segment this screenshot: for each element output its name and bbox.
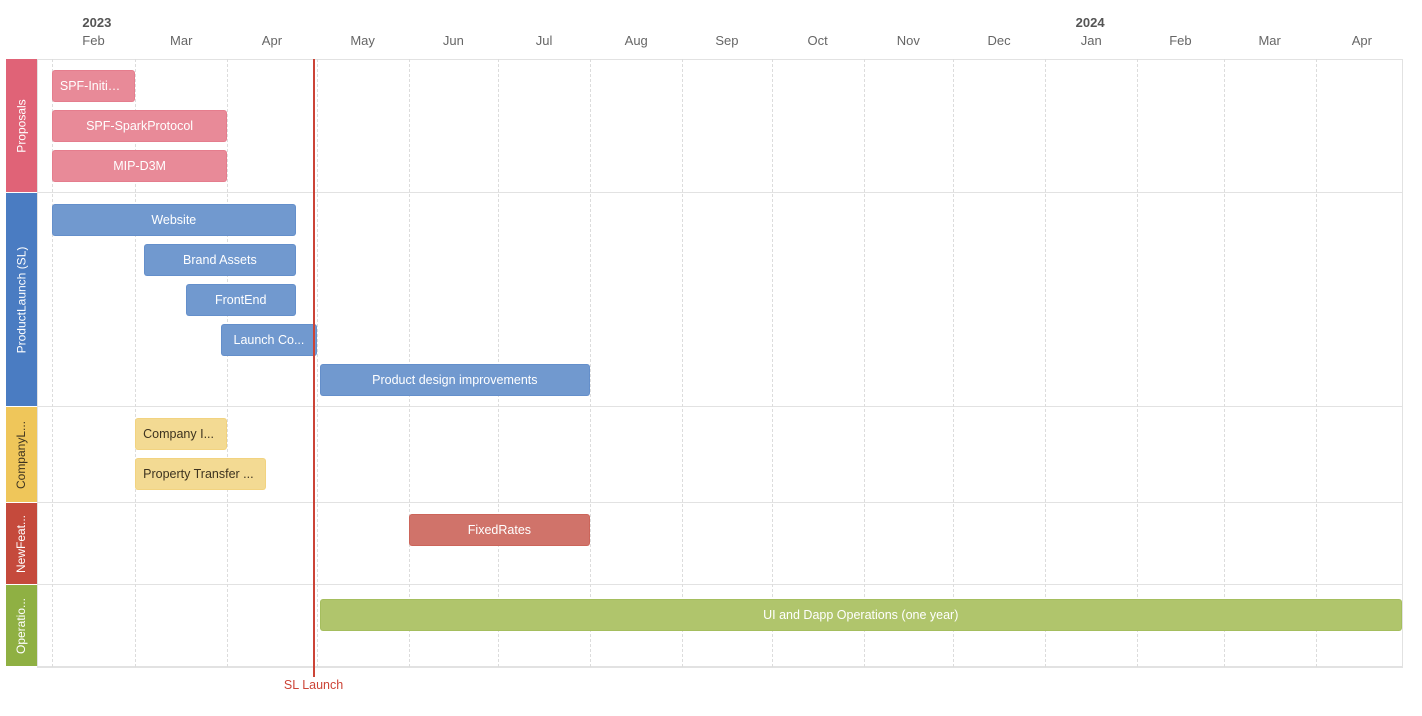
task-bar[interactable]: FrontEnd: [185, 284, 296, 316]
plot-frame: [37, 59, 1403, 668]
month-tick-label: May: [350, 33, 375, 48]
month-grid-line: [772, 59, 773, 667]
month-grid-line: [1137, 59, 1138, 667]
swimlane-label[interactable]: CompanyL...: [6, 407, 37, 502]
month-tick-label: Mar: [170, 33, 193, 48]
task-bar[interactable]: UI and Dapp Operations (one year): [319, 599, 1402, 631]
month-grid-line: [227, 59, 228, 667]
task-bar-label: Product design improvements: [372, 373, 538, 387]
task-bar-label: FrontEnd: [214, 293, 267, 307]
milestone-marker-label: SL Launch: [283, 678, 344, 692]
year-label: 2023: [82, 15, 112, 30]
swimlane-label[interactable]: ProductLaunch (SL): [6, 193, 37, 406]
month-grid-line: [1316, 59, 1317, 667]
task-bar-label: Property Transfer ...: [143, 467, 254, 481]
month-grid-line: [317, 59, 318, 667]
task-bar[interactable]: Website: [51, 204, 296, 236]
task-bar[interactable]: FixedRates: [408, 514, 591, 546]
task-bar[interactable]: Product design improvements: [319, 364, 591, 396]
swimlane-label-text: NewFeat...: [14, 514, 29, 573]
task-bar[interactable]: MIP-D3M: [51, 150, 228, 182]
task-bar[interactable]: SPF-Initial ...: [51, 70, 136, 102]
swimlane-label-text: Proposals: [14, 98, 29, 153]
task-bar[interactable]: Property Transfer ...: [135, 458, 266, 490]
swimlane-label-text: CompanyL...: [14, 420, 29, 489]
task-bar[interactable]: Launch Co...: [221, 324, 317, 356]
month-grid-line: [682, 59, 683, 667]
year-label: 2024: [1075, 15, 1105, 30]
task-bar-label: Company I...: [143, 427, 214, 441]
month-grid-line: [498, 59, 499, 667]
swimlane-label-text: Operatio...: [14, 597, 29, 654]
month-tick-label: Nov: [896, 33, 920, 48]
gantt-chart: 2023 2024 Feb Mar Apr May Jun Jul Aug Sep Oct Nov De…: [0, 0, 1422, 716]
month-tick-label: Oct: [807, 33, 828, 48]
task-bar-label: Website: [151, 213, 197, 227]
month-tick-label: Feb: [1169, 33, 1192, 48]
task-bar[interactable]: SPF-SparkProtocol: [51, 110, 228, 142]
month-tick-label: Dec: [987, 33, 1011, 48]
month-tick-label: Aug: [624, 33, 648, 48]
task-bar-label: Brand Assets: [183, 253, 257, 267]
month-tick-label: Sep: [715, 33, 739, 48]
month-tick-label: Jan: [1080, 33, 1102, 48]
month-grid-line: [864, 59, 865, 667]
month-tick-label: Jul: [535, 33, 553, 48]
month-grid-line: [409, 59, 410, 667]
month-grid-line: [1045, 59, 1046, 667]
task-bar[interactable]: Company I...: [135, 418, 228, 450]
month-tick-label: Apr: [1351, 33, 1372, 48]
month-grid-line: [1224, 59, 1225, 667]
month-tick-label: Feb: [82, 33, 105, 48]
month-tick-label: Apr: [261, 33, 283, 48]
task-bar-label: MIP-D3M: [113, 159, 166, 173]
task-bar-label: Launch Co...: [233, 333, 305, 347]
task-bar-label: FixedRates: [467, 523, 532, 537]
swimlane-label[interactable]: NewFeat...: [6, 503, 37, 584]
swimlane-label-text: ProductLaunch (SL): [14, 246, 29, 353]
task-bar[interactable]: Brand Assets: [144, 244, 296, 276]
month-tick-label: Mar: [1258, 33, 1281, 48]
milestone-marker-line: [312, 59, 315, 677]
month-tick-label: Jun: [442, 33, 464, 48]
month-grid-line: [590, 59, 591, 667]
swimlane-label[interactable]: Proposals: [6, 59, 37, 192]
task-bar-label: UI and Dapp Operations (one year): [763, 608, 959, 622]
task-bar-label: SPF-Initial ...: [59, 79, 128, 93]
swimlane-label[interactable]: Operatio...: [6, 585, 37, 666]
task-bar-label: SPF-SparkProtocol: [86, 119, 194, 133]
month-grid-line: [953, 59, 954, 667]
